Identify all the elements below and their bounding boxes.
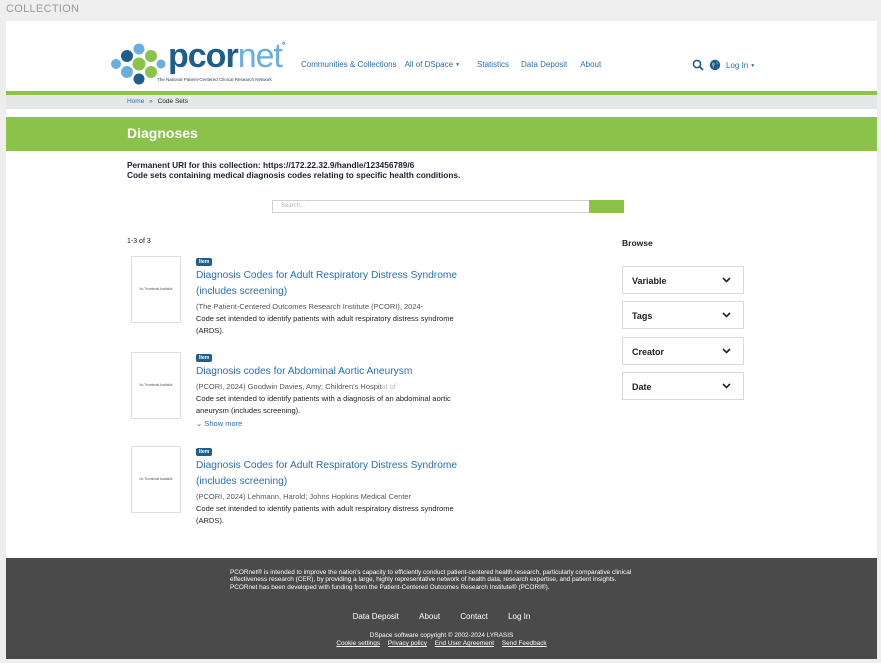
show-more-link[interactable]: ⌄ Show more [196,419,242,428]
nav-about[interactable]: About [580,60,601,69]
privacy-policy-link[interactable]: Privacy policy [388,640,427,647]
globe-icon[interactable] [709,59,721,71]
pcornet-logo[interactable]: pcornet° The National Patient-Centered C… [110,37,285,86]
facet-variable[interactable]: Variable [622,266,744,294]
browser-viewport: pcornet° The National Patient-Centered C… [6,21,877,659]
thumbnail[interactable]: No Thumbnail Available [131,352,181,419]
facet-creator[interactable]: Creator [622,337,744,365]
site-header: pcornet° The National Patient-Centered C… [6,21,877,91]
thumbnail[interactable]: No Thumbnail Available [131,446,181,513]
main-nav: Communities & Collections All of DSpace ▼… [301,60,609,69]
logo-tagline: The National Patient-Centered Clinical R… [157,77,272,82]
footer-copyright: DSpace software copyright © 2002-2024 LY… [369,632,514,639]
footer-link-login[interactable]: Log In [508,612,530,621]
facet-tags[interactable]: Tags [622,301,744,329]
item-title-link[interactable]: Diagnosis Codes for Adult Respiratory Di… [196,268,486,300]
facet-label: Variable [632,276,667,286]
uri-label: Permanent URI for this collection: [127,160,261,170]
facet-label: Creator [632,347,665,357]
item-badge: Item [196,448,213,456]
chevron-down-icon [722,277,731,283]
logo-wordmark: pcornet° [168,37,285,75]
collection-description: Code sets containing medical diagnosis c… [127,170,461,180]
chevron-down-icon [722,383,731,389]
item-meta: (PCORI, 2024) Lehmann, Harold; Johns Hop… [196,492,412,501]
uri-link[interactable]: https://172.22.32.9/handle/123456789/6 [263,160,414,170]
footer-blurb: PCORnet® is intended to improve the nati… [230,569,632,591]
send-feedback-link[interactable]: Send Feedback [502,640,547,647]
nav-all-of-dspace[interactable]: All of DSpace ▼ [405,60,468,69]
results-count: 1-3 of 3 [127,238,151,245]
item-title-link[interactable]: Diagnosis Codes for Adult Respiratory Di… [196,458,486,490]
item-abstract: Code set intended to identify patients w… [196,394,451,415]
item-badge: Item [196,354,213,362]
breadcrumb-separator: » [149,98,153,105]
breadcrumb-current: Code Sets [157,98,188,105]
thumbnail[interactable]: No Thumbnail Available [131,256,181,323]
search-button[interactable] [589,200,624,213]
footer-link-data-deposit[interactable]: Data Deposit [353,612,399,621]
item-badge: Item [196,258,213,266]
permanent-uri: Permanent URI for this collection: https… [127,160,414,170]
item-meta: (The Patient-Centered Outcomes Research … [196,302,424,311]
footer-link-about[interactable]: About [419,612,440,621]
login-dropdown[interactable]: Log In ▼ [726,61,755,70]
item-meta: (PCORI, 2024) Goodwin Davies, Amy; Child… [196,382,396,391]
search-icon[interactable] [692,59,704,71]
browse-heading: Browse [622,238,653,248]
footer-links: Data Deposit About Contact Log In [6,612,877,621]
window-label: COLLECTION [6,3,80,15]
chevron-down-icon [722,348,731,354]
facet-label: Tags [632,311,653,321]
footer-policies: Cookie settings Privacy policy End User … [6,640,877,647]
site-footer: PCORnet® is intended to improve the nati… [6,558,877,659]
footer-link-contact[interactable]: Contact [460,612,488,621]
end-user-agreement-link[interactable]: End User Agreement [435,640,494,647]
search-input[interactable]: Search... [272,200,590,213]
header-actions: Log In ▼ [692,59,755,71]
item-abstract: Code set intended to identify patients w… [196,504,454,525]
caret-down-icon: ▼ [750,62,756,69]
caret-down-icon: ▼ [455,62,461,68]
nav-data-deposit[interactable]: Data Deposit [521,60,567,69]
breadcrumb-home[interactable]: Home [127,98,144,105]
chevron-down-icon [722,312,731,318]
facet-label: Date [632,382,652,392]
page-title: Diagnoses [127,125,198,141]
item-abstract: Code set intended to identify patients w… [196,314,454,335]
nav-communities[interactable]: Communities & Collections [301,60,397,69]
page-banner: Diagnoses [6,117,877,151]
cookie-settings-link[interactable]: Cookie settings [336,640,380,647]
facet-date[interactable]: Date [622,372,744,400]
item-title-link[interactable]: Diagnosis codes for Abdominal Aortic Ane… [196,364,486,380]
nav-statistics[interactable]: Statistics [477,60,509,69]
breadcrumb: Home » Code Sets [6,95,877,109]
